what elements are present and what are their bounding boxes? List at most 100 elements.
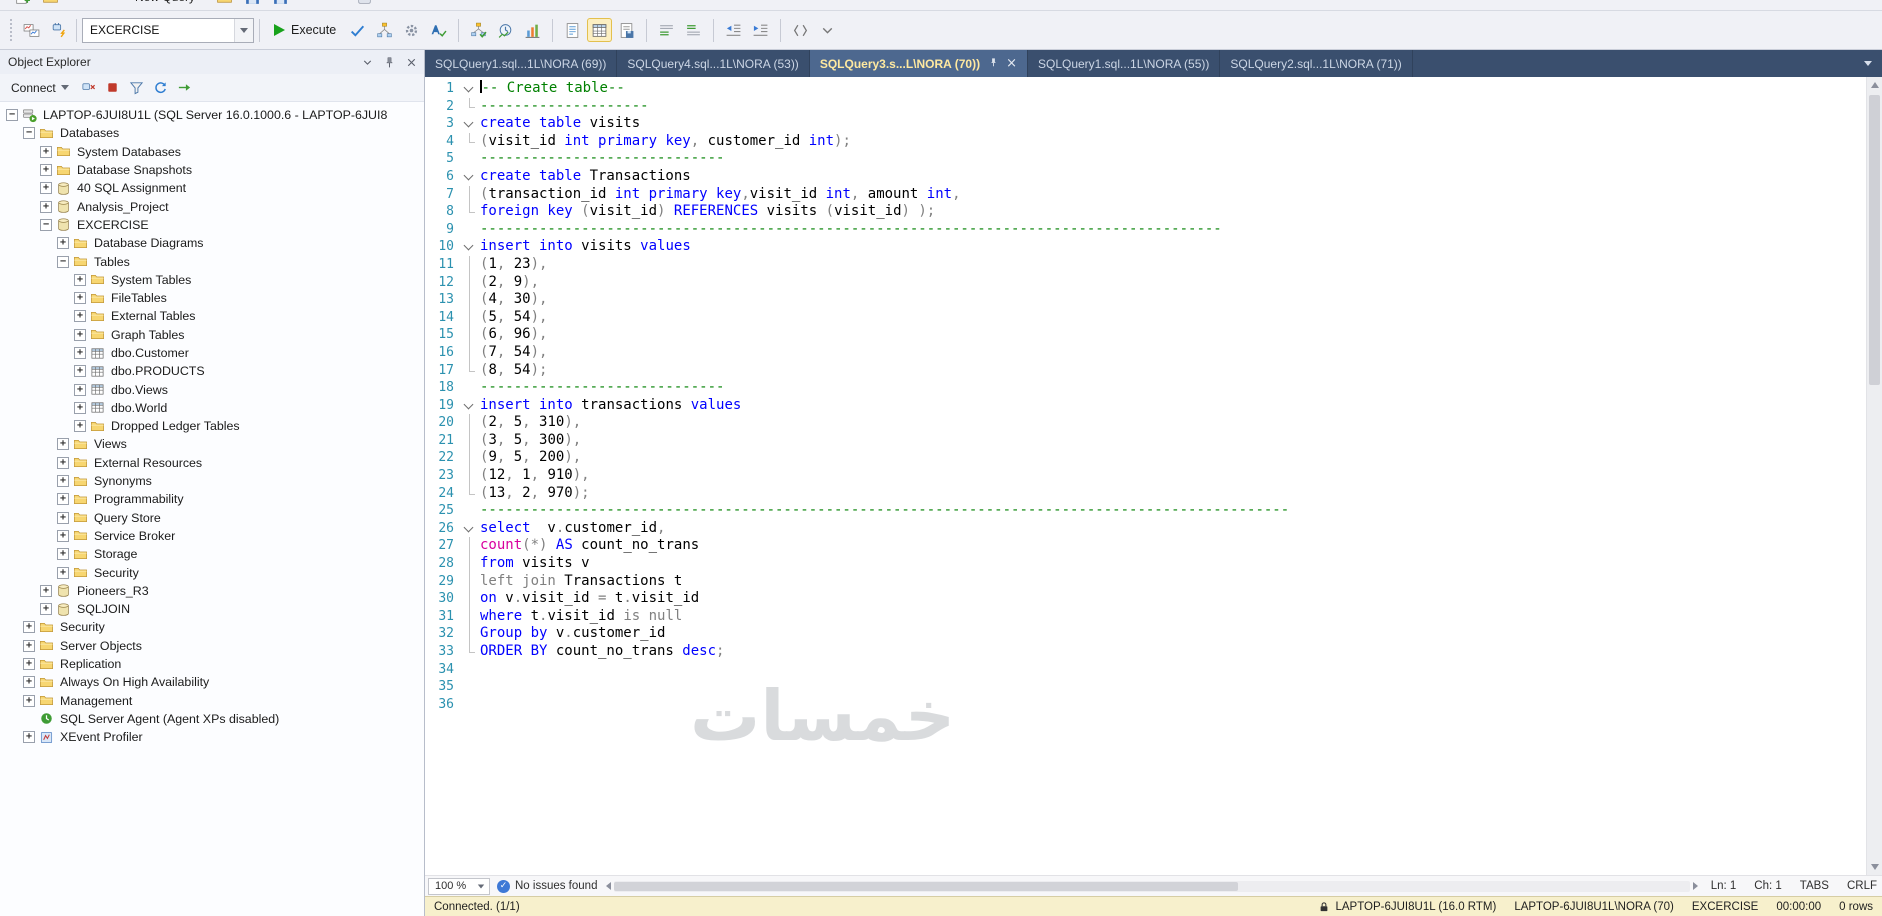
save-all-icon[interactable] [268,0,293,9]
estimated-plan-icon[interactable] [372,18,397,42]
tree-item[interactable]: + Storage [0,545,424,563]
document-tab[interactable]: SQLQuery3.s...L\NORA (70)) × [809,50,1028,77]
fold-collapse-icon[interactable] [461,80,480,98]
close-icon[interactable] [402,53,420,71]
code-line[interactable]: create table visits [480,115,640,133]
tree-item[interactable]: + dbo.PRODUCTS [0,362,424,380]
actual-plan-icon[interactable] [466,18,491,42]
tree-item[interactable]: + dbo.Customer [0,344,424,362]
expand-icon[interactable]: + [23,694,35,707]
scrollbar-thumb[interactable] [1869,95,1880,385]
expand-icon[interactable]: + [23,621,35,634]
expand-icon[interactable]: + [74,383,86,396]
tree-item[interactable]: + External Resources [0,454,424,472]
results-to-grid-icon[interactable] [587,18,613,42]
tree-item[interactable]: + Service Broker [0,527,424,545]
new-query-button[interactable]: New Query [130,0,195,4]
expand-icon[interactable]: + [57,438,69,451]
expand-icon[interactable]: + [74,420,86,433]
code-line[interactable]: ----------------------------------------… [480,502,1289,520]
tree-item[interactable]: + SQLJOIN [0,600,424,618]
execute-button[interactable]: Execute [265,17,345,43]
tree-item[interactable]: + Always On High Availability [0,673,424,691]
code-line[interactable]: (12, 1, 910), [480,467,590,485]
code-lines[interactable]: 1 -- Create table-- 2 -------------------- 3… [425,77,1866,875]
tree-item[interactable]: + Graph Tables [0,326,424,344]
pin-icon[interactable] [380,53,398,71]
expand-icon[interactable]: + [40,145,52,158]
tree-item[interactable]: + XEvent Profiler [0,728,424,746]
disconnect-icon[interactable] [77,77,100,99]
code-line[interactable]: (visit_id int primary key, customer_id i… [480,133,851,151]
expand-icon[interactable]: + [23,676,35,689]
document-tab[interactable]: SQLQuery1.sql...1L\NORA (55)) [1028,50,1221,77]
code-line[interactable]: where t.visit_id is null [480,608,682,626]
tree-item[interactable]: + Query Store [0,509,424,527]
expand-icon[interactable]: + [74,401,86,414]
fold-collapse-icon[interactable] [461,397,480,415]
scroll-left-icon[interactable] [606,882,612,890]
tree-item[interactable]: − EXCERCISE [0,216,424,234]
code-line[interactable]: create table Transactions [480,168,691,186]
results-to-file-icon[interactable] [614,18,639,42]
code-line[interactable]: left join Transactions t [480,573,682,591]
code-line[interactable]: select v.customer_id, [480,520,665,538]
tree-item[interactable]: +40 SQL Assignment [0,179,424,197]
tree-item[interactable]: + Server Objects [0,637,424,655]
open-file-icon[interactable] [212,0,237,9]
tree-item[interactable]: + Analysis_Project [0,197,424,215]
collapse-icon[interactable]: − [23,127,35,140]
fold-collapse-icon[interactable] [461,238,480,256]
code-line[interactable]: (2, 5, 310), [480,414,581,432]
open-icon[interactable] [38,0,63,9]
fold-collapse-icon[interactable] [461,168,480,186]
expand-icon[interactable]: + [74,310,86,323]
expand-icon[interactable]: + [74,273,86,286]
code-line[interactable]: ----------------------------- [480,150,724,168]
code-line[interactable]: on v.visit_id = t.visit_id [480,590,699,608]
tree-item[interactable]: − LAPTOP-6JUI8U1L (SQL Server 16.0.1000.6… [0,106,424,124]
combo-dropdown-button[interactable] [234,18,253,42]
tree-item[interactable]: + Database Snapshots [0,161,424,179]
code-line[interactable]: (3, 5, 300), [480,432,581,450]
expand-icon[interactable]: + [74,347,86,359]
change-connection-icon[interactable] [46,18,71,42]
code-line[interactable]: (1, 23), [480,256,547,274]
collapse-icon[interactable]: − [57,255,69,268]
code-line[interactable]: insert into transactions values [480,397,741,415]
refresh-icon[interactable] [149,77,172,99]
pin-icon[interactable] [980,57,999,71]
expand-icon[interactable]: + [57,566,69,579]
code-line[interactable]: ORDER BY count_no_trans desc; [480,643,724,661]
tree-item[interactable]: + External Tables [0,307,424,325]
expand-icon[interactable]: + [40,584,52,597]
code-line[interactable]: (8, 54); [480,362,547,380]
expand-icon[interactable]: + [74,292,86,305]
expand-icon[interactable]: + [23,639,35,652]
expand-icon[interactable]: + [40,164,52,177]
tree-item[interactable]: + Replication [0,655,424,673]
uncomment-icon[interactable] [681,18,706,42]
code-line[interactable]: ----------------------------- [480,379,724,397]
tree-item[interactable]: + FileTables [0,289,424,307]
expand-icon[interactable]: + [74,365,86,378]
tree-item[interactable]: + Views [0,435,424,453]
document-tab[interactable]: SQLQuery2.sql...1L\NORA (71)) [1220,50,1413,77]
tree-item[interactable]: + Synonyms [0,472,424,490]
code-line[interactable]: (13, 2, 970); [480,485,590,503]
tree-item[interactable]: + Database Diagrams [0,234,424,252]
connect-dropdown[interactable]: Connect [4,77,76,99]
parse-icon[interactable] [345,18,370,42]
document-tab[interactable]: SQLQuery1.sql...1L\NORA (69)) [425,50,618,77]
code-line[interactable]: count(*) AS count_no_trans [480,537,699,555]
close-icon[interactable]: × [1006,56,1017,71]
query-options-icon[interactable] [399,18,424,42]
eol-indicator[interactable]: CRLF [1847,880,1877,892]
tree-item[interactable]: + Management [0,692,424,710]
comment-out-icon[interactable] [654,18,679,42]
redo-icon[interactable] [324,0,349,9]
tree-item[interactable]: + Security [0,563,424,581]
tree-item[interactable]: + Pioneers_R3 [0,582,424,600]
document-tab[interactable]: SQLQuery4.sql...1L\NORA (53)) [617,50,810,77]
code-line[interactable]: (6, 96), [480,326,547,344]
